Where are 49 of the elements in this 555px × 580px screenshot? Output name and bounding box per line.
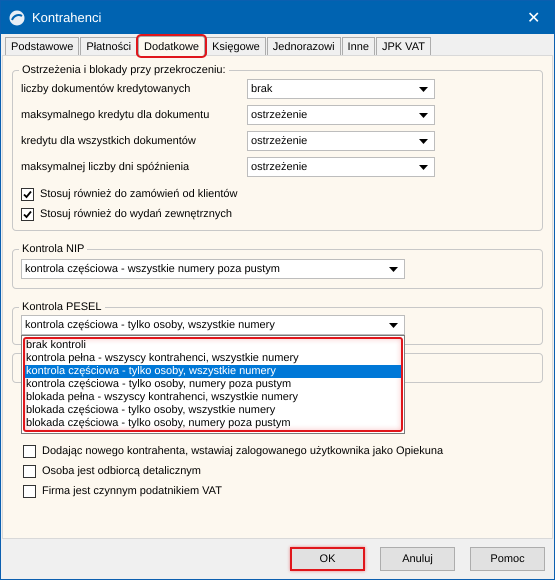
dropdown[interactable]: ostrzeżenie [247,131,435,151]
checkbox-label: Firma jest czynnym podatnikiem VAT [42,485,222,497]
tab[interactable]: JPK VAT [376,37,431,55]
group-title: Kontrola NIP [21,243,86,255]
dropdown-arrow-icon[interactable] [389,322,398,328]
group-title: Ostrzeżenia i blokady przy przekroczeniu: [21,64,227,76]
field-label: liczby dokumentów kredytowanych [21,83,192,95]
dropdown[interactable]: kontrola częściowa - wszystkie numery poza pustym [21,259,405,279]
tab[interactable]: Podstawowe [5,37,80,55]
checkbox[interactable] [23,464,36,478]
checkbox-label: Stosuj również do wydań zewnętrznych [40,208,232,220]
dropdown-option[interactable]: kontrola częściowa - tylko osoby, numery poza pustym [25,378,401,391]
dropdown-arrow-icon[interactable] [419,86,428,92]
dropdown-option[interactable]: blokada częściowa - tylko osoby, numery poza pustym [25,417,401,430]
tab[interactable]: Księgowe [206,37,266,55]
checkbox[interactable] [23,484,36,498]
close-button[interactable]: ✕ [527,8,546,28]
app-logo-icon [9,10,25,26]
dropdown[interactable]: ostrzeżenie [247,105,435,125]
group-title: Kontrola PESEL [21,301,102,313]
dropdown-option[interactable]: kontrola częściowa - tylko osoby, wszystkie numery [25,365,401,378]
dropdown[interactable]: ostrzeżenie [247,157,435,177]
checkbox-label: Stosuj również do zamówień od klientów [40,188,238,200]
checkbox[interactable] [21,188,34,200]
dialog-button[interactable]: Pomoc [470,547,545,571]
tab[interactable]: Dodatkowe [138,36,206,56]
checkbox-label: Dodając nowego kontrahenta, wstawiaj zalogowanego użytkownika jako Opiekuna [42,445,444,457]
dialog-button[interactable]: Anuluj [380,547,455,571]
checkbox[interactable] [21,208,34,220]
dropdown-arrow-icon[interactable] [419,112,428,118]
dropdown-arrow-icon[interactable] [419,138,428,144]
dropdown-arrow-icon[interactable] [389,266,398,272]
dropdown-option[interactable]: brak kontroli [25,339,401,352]
dropdown[interactable]: brak [247,79,435,99]
dropdown-option[interactable]: kontrola pełna - wszyscy kontrahenci, wszystkie numery [25,352,401,365]
checkbox-label: Osoba jest odbiorcą detalicznym [42,465,201,477]
field-label: maksymalnej liczby dni spóźnienia [21,161,190,173]
window-title: Kontrahenci [32,10,102,25]
dropdown[interactable]: kontrola częściowa - tylko osoby, wszystkie numery [21,315,405,335]
dropdown-option[interactable]: blokada częściowa - tylko osoby, wszystkie numery [25,404,401,417]
dropdown-option[interactable]: blokada pełna - wszyscy kontrahenci, wszystkie numery [25,391,401,404]
tab[interactable]: Inne [342,37,375,55]
dialog-button[interactable]: OK [290,547,365,571]
checkbox[interactable] [23,444,36,458]
tab[interactable]: Jednorazowi [266,37,341,55]
field-label: maksymalnego kredytu dla dokumentu [21,109,210,121]
dropdown-arrow-icon[interactable] [419,164,428,170]
tab[interactable]: Płatności [80,37,138,55]
field-label: kredytu dla wszystkich dokumentów [21,135,197,147]
